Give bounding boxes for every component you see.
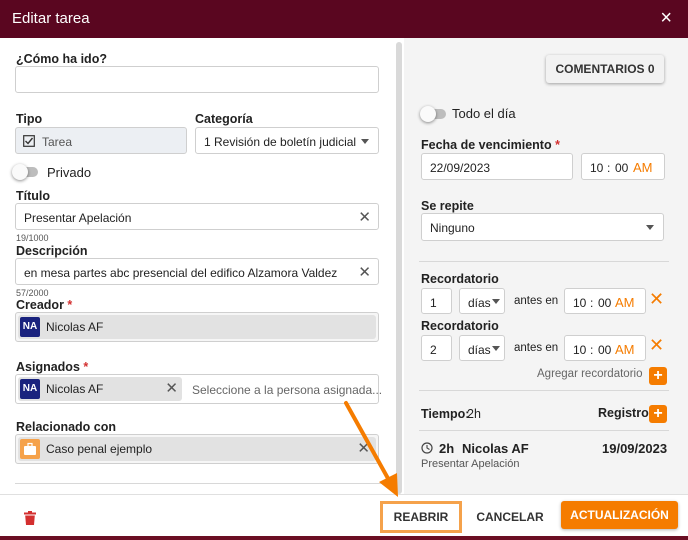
tipo-label: Tipo xyxy=(16,112,43,126)
add-registro-button[interactable]: + xyxy=(649,405,667,423)
briefcase-icon xyxy=(20,439,40,459)
divider xyxy=(419,430,669,431)
relacionado-value: Caso penal ejemplo xyxy=(46,442,153,456)
divider xyxy=(15,483,389,484)
recordatorio-unit-select[interactable]: días xyxy=(459,335,505,361)
agregar-recordatorio-label: Agregar recordatorio xyxy=(537,368,643,380)
log-title: Presentar Apelación xyxy=(421,458,520,470)
divider xyxy=(419,390,669,391)
titulo-value: Presentar Apelación xyxy=(24,211,132,225)
how-input[interactable] xyxy=(15,66,379,93)
hour: 10 xyxy=(590,161,604,175)
relacionado-chip: Caso penal ejemplo ✕ xyxy=(18,437,376,461)
minute: 00 xyxy=(615,161,629,175)
todo-dia-toggle[interactable] xyxy=(420,106,446,122)
window-bottom-edge xyxy=(0,536,688,540)
fecha-value: 22/09/2023 xyxy=(430,161,491,175)
tiempo-value: 2h xyxy=(467,407,481,421)
recordatorio-time[interactable]: 10 : 00 AM xyxy=(564,288,646,314)
fecha-label: Fecha de vencimiento * xyxy=(421,138,560,152)
relacionado-label: Relacionado con xyxy=(16,420,117,434)
trash-icon[interactable] xyxy=(24,511,36,525)
clear-icon[interactable]: ✕ xyxy=(358,208,371,226)
left-panel: ¿Cómo ha ido? Tipo Tarea Categoría 1 Rev… xyxy=(0,38,404,494)
chevron-down-icon xyxy=(492,299,500,304)
log-user: Nicolas AF xyxy=(462,441,529,456)
checkbox-icon xyxy=(23,135,35,147)
how-label: ¿Cómo ha ido? xyxy=(16,52,107,66)
remove-recordatorio-icon[interactable]: ✕ xyxy=(649,289,664,310)
tipo-value: Tarea xyxy=(42,135,73,149)
creador-field: NA Nicolas AF xyxy=(15,312,379,342)
creador-label: Creador * xyxy=(16,298,73,312)
dialog-footer: REABRIR CANCELAR ACTUALIZACIÓN xyxy=(0,494,688,536)
creador-name: Nicolas AF xyxy=(46,320,104,334)
tipo-field: Tarea xyxy=(15,127,187,154)
descripcion-counter: 57/2000 xyxy=(16,288,49,298)
asignados-placeholder: Seleccione a la persona asignada... xyxy=(192,383,383,397)
titulo-input[interactable]: Presentar Apelación ✕ xyxy=(15,203,379,230)
titulo-label: Título xyxy=(16,189,51,203)
fecha-input[interactable]: 22/09/2023 xyxy=(421,153,573,180)
categoria-value: 1 Revisión de boletín judicial xyxy=(204,135,357,149)
asignados-field[interactable]: NA Nicolas AF ✕ Seleccione a la persona … xyxy=(15,374,383,404)
asignados-chip: NA Nicolas AF ✕ xyxy=(18,377,182,401)
time-separator: : xyxy=(607,161,611,175)
avatar: NA xyxy=(20,317,40,337)
recordatorio-label: Recordatorio xyxy=(421,272,499,286)
descripcion-value: en mesa partes abc presencial del edific… xyxy=(24,266,338,280)
chevron-down-icon xyxy=(361,139,369,144)
titulo-counter: 19/1000 xyxy=(16,233,49,243)
tiempo-label: Tiempo: xyxy=(421,407,470,421)
edit-task-dialog: ¿Cómo ha ido? Tipo Tarea Categoría 1 Rev… xyxy=(0,38,688,536)
comentarios-button[interactable]: COMENTARIOS 0 xyxy=(546,55,664,83)
cancelar-button[interactable]: CANCELAR xyxy=(470,501,550,533)
actualizar-button[interactable]: ACTUALIZACIÓN xyxy=(561,501,678,529)
categoria-label: Categoría xyxy=(195,112,253,126)
privado-label: Privado xyxy=(47,165,92,180)
chevron-down-icon xyxy=(646,225,654,230)
asignados-label: Asignados * xyxy=(16,360,89,374)
registro-label: Registro xyxy=(598,406,649,420)
log-date: 19/09/2023 xyxy=(602,441,668,456)
right-panel: COMENTARIOS 0 Todo el día Fecha de venci… xyxy=(404,38,688,494)
chevron-down-icon xyxy=(492,346,500,351)
clear-icon[interactable]: ✕ xyxy=(358,263,371,281)
relacionado-field[interactable]: Caso penal ejemplo ✕ xyxy=(15,434,379,464)
divider xyxy=(419,261,669,262)
repite-select[interactable]: Ninguno xyxy=(421,213,664,241)
recordatorio-before: antes en xyxy=(514,342,559,354)
remove-chip-icon[interactable]: ✕ xyxy=(165,379,178,397)
avatar: NA xyxy=(20,379,40,399)
remove-recordatorio-icon[interactable]: ✕ xyxy=(649,335,664,356)
asignados-name: Nicolas AF xyxy=(46,382,104,396)
categoria-select[interactable]: 1 Revisión de boletín judicial xyxy=(195,127,379,154)
dialog-header: Editar tarea × xyxy=(0,0,688,38)
clock-icon xyxy=(421,442,433,454)
log-duration: 2h xyxy=(439,441,455,456)
recordatorio-before: antes en xyxy=(514,295,559,307)
recordatorio-amount[interactable]: 1 xyxy=(421,288,452,314)
privado-toggle[interactable] xyxy=(12,164,38,180)
recordatorio-unit-select[interactable]: días xyxy=(459,288,505,314)
recordatorio-label: Recordatorio xyxy=(421,319,499,333)
descripcion-label: Descripción xyxy=(16,244,88,258)
recordatorio-amount[interactable]: 2 xyxy=(421,335,452,361)
repite-value: Ninguno xyxy=(430,221,475,235)
repite-label: Se repite xyxy=(421,199,474,213)
close-icon[interactable]: × xyxy=(660,7,672,30)
ampm: AM xyxy=(633,160,653,175)
descripcion-input[interactable]: en mesa partes abc presencial del edific… xyxy=(15,258,379,285)
clear-icon[interactable]: ✕ xyxy=(357,439,370,457)
reabrir-button[interactable]: REABRIR xyxy=(380,501,462,533)
creador-chip: NA Nicolas AF xyxy=(18,315,376,339)
dialog-title: Editar tarea xyxy=(12,10,90,27)
add-recordatorio-button[interactable]: + xyxy=(649,367,667,385)
todo-dia-label: Todo el día xyxy=(452,106,516,121)
recordatorio-time[interactable]: 10 : 00 AM xyxy=(564,335,646,361)
scrollbar[interactable] xyxy=(396,42,402,494)
time-input[interactable]: 10 : 00 AM xyxy=(581,153,665,180)
